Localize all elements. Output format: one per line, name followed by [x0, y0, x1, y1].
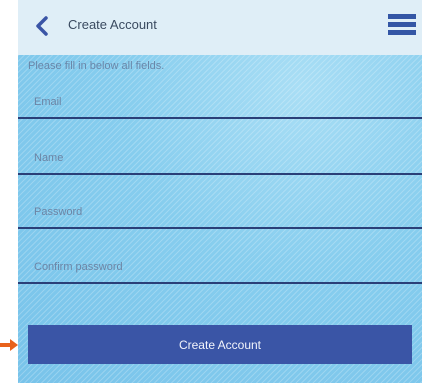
chevron-left-icon	[36, 16, 48, 36]
menu-button[interactable]	[388, 14, 416, 36]
callout-arrow-icon	[0, 339, 18, 351]
password-field[interactable]	[18, 197, 422, 229]
top-bar: Create Account	[18, 0, 422, 55]
email-field[interactable]	[18, 87, 422, 119]
confirm-password-field[interactable]	[18, 252, 422, 284]
back-button[interactable]	[30, 13, 54, 39]
hamburger-menu-icon	[388, 14, 416, 19]
form-instructions: Please fill in below all fields.	[28, 60, 165, 72]
page-title: Create Account	[68, 17, 157, 32]
name-field[interactable]	[18, 143, 422, 175]
create-account-form: Please fill in below all fields. Create …	[18, 55, 422, 383]
app-screen: Create Account Please fill in below all …	[18, 0, 422, 383]
create-account-button[interactable]: Create Account	[28, 325, 412, 364]
